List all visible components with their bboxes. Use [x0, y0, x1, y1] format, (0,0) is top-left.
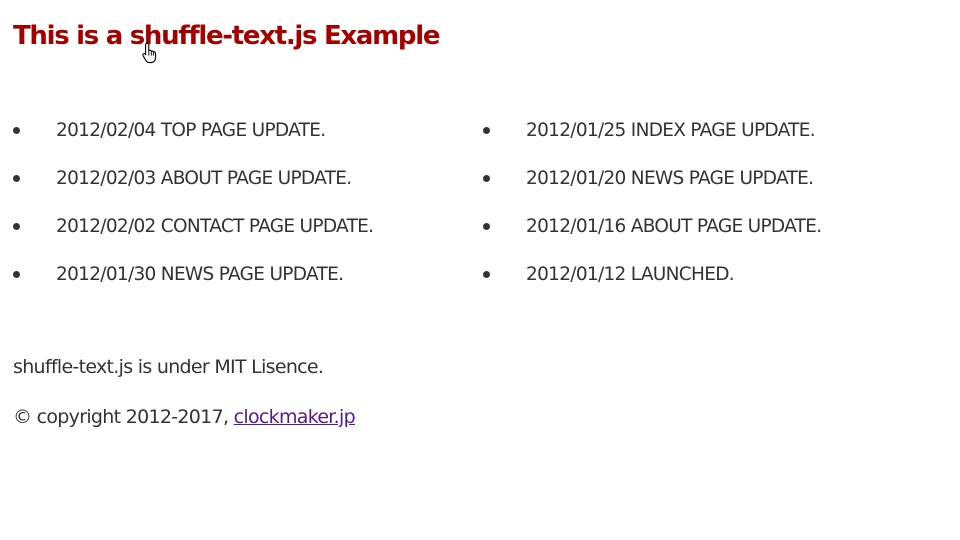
hand-pointer-icon — [142, 42, 157, 64]
news-item-text: 2012/02/04 TOP PAGE UPDATE. — [56, 120, 326, 141]
news-item-text: 2012/01/20 NEWS PAGE UPDATE. — [526, 168, 814, 189]
copyright-text: © copyright 2012-2017, — [13, 406, 234, 428]
news-item-text: 2012/01/12 LAUNCHED. — [526, 264, 735, 285]
bullet-icon — [13, 223, 20, 230]
bullet-icon — [13, 271, 20, 278]
bullet-icon — [483, 223, 490, 230]
news-item-text: 2012/02/02 CONTACT PAGE UPDATE. — [56, 216, 374, 237]
license-text: shuffle-text.js is under MIT Lisence. — [13, 356, 324, 378]
news-item-text: 2012/01/25 INDEX PAGE UPDATE. — [526, 120, 816, 141]
news-item-text: 2012/02/03 ABOUT PAGE UPDATE. — [56, 168, 352, 189]
bullet-icon — [483, 127, 490, 134]
bullet-icon — [13, 127, 20, 134]
clockmaker-link[interactable]: clockmaker.jp — [234, 406, 356, 428]
copyright-line: © copyright 2012-2017, clockmaker.jp — [13, 404, 356, 430]
page-title: This is a shuffle-text.js Example — [13, 21, 440, 51]
news-item-text: 2012/01/16 ABOUT PAGE UPDATE. — [526, 216, 822, 237]
news-item-text: 2012/01/30 NEWS PAGE UPDATE. — [56, 264, 344, 285]
bullet-icon — [13, 175, 20, 182]
bullet-icon — [483, 271, 490, 278]
bullet-icon — [483, 175, 490, 182]
